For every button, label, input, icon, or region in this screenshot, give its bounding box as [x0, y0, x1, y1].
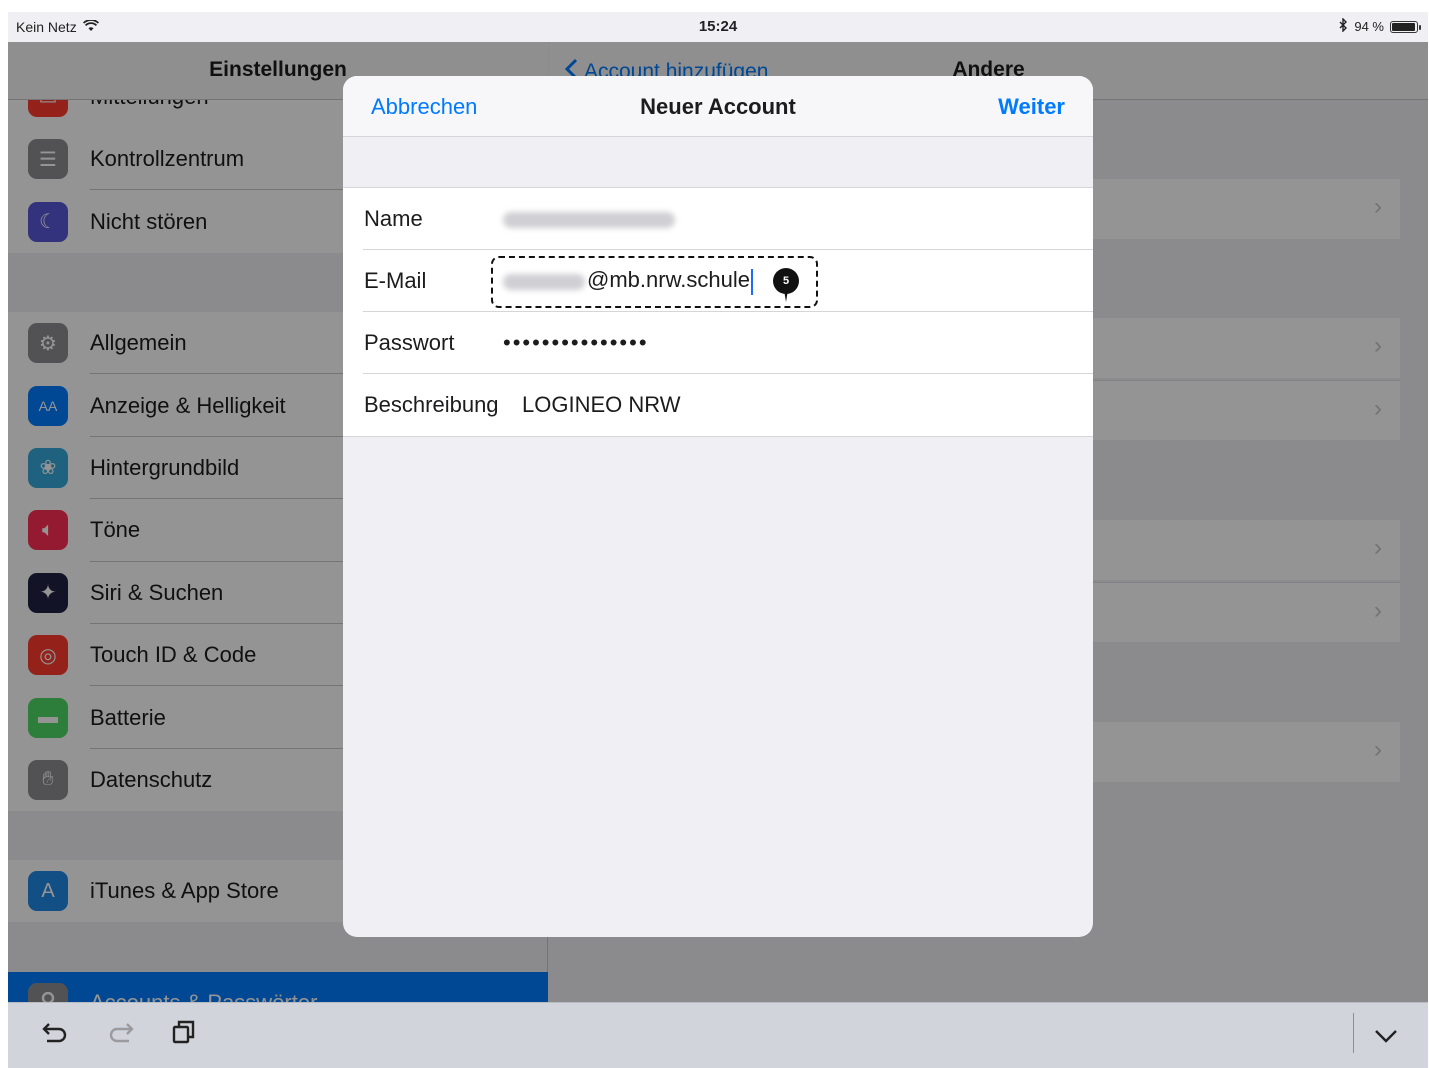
password-field[interactable]: ••••••••••••••• — [503, 330, 649, 356]
name-field[interactable] — [503, 206, 675, 232]
status-time: 15:24 — [698, 18, 738, 35]
paste-icon — [171, 1019, 197, 1052]
undo-button[interactable] — [38, 1017, 74, 1053]
battery-percent: 94 % — [1354, 19, 1384, 34]
keyboard-shortcut-bar — [8, 1002, 1428, 1068]
paste-button[interactable] — [166, 1017, 202, 1053]
bluetooth-icon — [1339, 17, 1348, 35]
text-caret — [750, 268, 753, 295]
email-field[interactable]: @mb.nrw.schule — [503, 267, 753, 295]
description-row[interactable]: Beschreibung LOGINEO NRW — [343, 374, 1093, 436]
email-label: E-Mail — [364, 268, 427, 293]
keyboard-bar-divider — [1353, 1013, 1354, 1053]
redacted-email-user — [503, 273, 585, 290]
sheet-navbar: Abbrechen Neuer Account Weiter — [343, 76, 1093, 137]
dismiss-keyboard-button[interactable] — [1368, 1017, 1404, 1053]
email-domain: @mb.nrw.schule — [587, 267, 750, 293]
step-marker-pin: 5 — [773, 268, 799, 302]
description-field[interactable]: LOGINEO NRW — [522, 392, 681, 418]
email-row[interactable]: E-Mail @mb.nrw.schule 5 — [343, 250, 1093, 312]
battery-icon — [1390, 20, 1421, 33]
status-right: 94 % — [1339, 17, 1421, 35]
name-label: Name — [364, 206, 423, 231]
undo-icon — [41, 1019, 71, 1051]
sheet-title: Neuer Account — [640, 94, 796, 119]
redo-button[interactable] — [102, 1017, 138, 1053]
password-row[interactable]: Passwort ••••••••••••••• — [343, 312, 1093, 374]
chevron-down-icon — [1373, 1019, 1399, 1051]
battery-fill — [1392, 22, 1415, 31]
next-button[interactable]: Weiter — [998, 94, 1065, 120]
description-label: Beschreibung — [364, 392, 499, 417]
password-label: Passwort — [364, 330, 455, 355]
redo-icon — [105, 1019, 135, 1051]
ipad-screen: Kein Netz 15:24 94 % Einstellungen ▭ Mit… — [8, 12, 1428, 1068]
account-form: Name E-Mail @mb.nrw.schule 5 Passwort ••… — [343, 187, 1093, 437]
redacted-name — [503, 212, 675, 229]
name-row[interactable]: Name — [343, 188, 1093, 250]
status-bar: Kein Netz 15:24 94 % — [8, 12, 1428, 42]
new-account-sheet: Abbrechen Neuer Account Weiter Name E-Ma… — [343, 76, 1093, 937]
